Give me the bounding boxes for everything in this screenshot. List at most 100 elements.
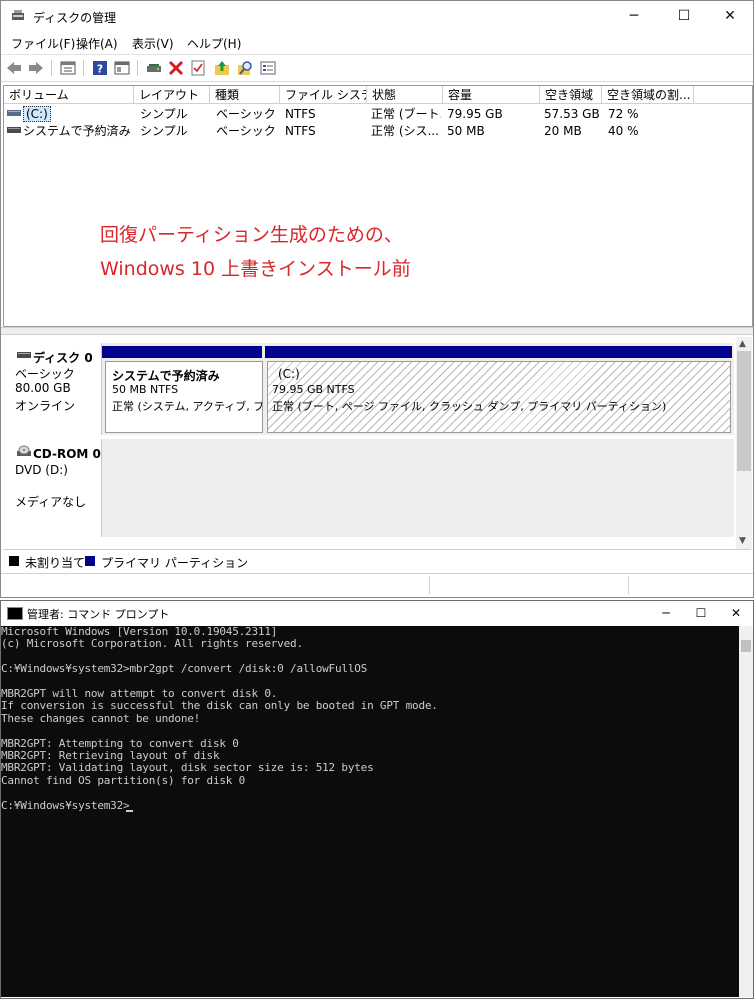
console-line: Microsoft Windows [Version 10.0.19045.23… (1, 626, 278, 638)
filesystem-cell: NTFS (285, 124, 316, 138)
menu-bar: ファイル(F) 操作(A) 表示(V) ヘルプ(H) (1, 32, 753, 52)
status-bar (1, 573, 753, 598)
delete-icon[interactable] (167, 59, 185, 77)
menu-file[interactable]: ファイル(F) (11, 35, 75, 52)
back-arrow-icon[interactable] (5, 59, 23, 77)
disk-kind: ベーシック (15, 367, 75, 381)
cdrom-0-label[interactable]: CD-ROM 0 DVD (D:) メディアなし (5, 439, 102, 537)
text-cursor (126, 809, 133, 812)
column-header-layout[interactable]: レイアウト (134, 86, 210, 104)
disk-0-label[interactable]: ディスク 0 ベーシック 80.00 GB オンライン (5, 343, 102, 435)
legend-primary-partition: プライマリ パーティション (101, 556, 249, 570)
toolbar-separator (83, 60, 84, 76)
menu-help[interactable]: ヘルプ(H) (187, 35, 241, 52)
disk-graphical-view: ディスク 0 ベーシック 80.00 GB オンライン システムで予約済み 50… (3, 337, 735, 547)
disk-management-icon (12, 10, 24, 20)
partition-size: 50 MB NTFS (112, 383, 179, 396)
search-folder-icon[interactable] (236, 59, 254, 77)
primary-partition-swatch (85, 556, 95, 566)
capacity-cell: 50 MB (447, 124, 485, 138)
type-cell: ベーシック (216, 124, 276, 138)
cdrom-name: CD-ROM 0 (33, 447, 101, 461)
window-title: ディスクの管理 (33, 11, 117, 25)
toolbar-separator (137, 60, 138, 76)
console-line: C:¥Windows¥system32>mbr2gpt /convert /di… (1, 662, 368, 676)
scroll-down-arrow-icon[interactable]: ▼ (739, 536, 746, 546)
console-output[interactable]: Microsoft Windows [Version 10.0.19045.23… (1, 626, 739, 997)
maximize-button[interactable]: ☐ (661, 1, 707, 31)
partition-size: 79.95 GB NTFS (272, 383, 355, 396)
pane-splitter[interactable] (1, 327, 753, 335)
volume-name: システムで予約済み (23, 124, 131, 138)
connect-drive-icon[interactable] (145, 59, 163, 77)
help-icon[interactable]: ? (91, 59, 109, 77)
console-line: MBR2GPT will now attempt to convert disk… (1, 687, 278, 700)
column-header-type[interactable]: 種類 (210, 86, 280, 104)
checklist-icon[interactable] (189, 59, 207, 77)
cmd-window-title: 管理者: コマンド プロンプト (27, 608, 170, 621)
column-header-status[interactable]: 状態 (367, 86, 443, 104)
scroll-thumb[interactable] (737, 351, 751, 471)
menu-action[interactable]: 操作(A) (76, 35, 118, 52)
console-line: These changes cannot be undone! (1, 711, 201, 725)
cmd-scroll-thumb[interactable] (741, 640, 751, 652)
annotation-line-1: 回復パーティション生成のための、 (100, 224, 403, 246)
type-cell: ベーシック (216, 107, 276, 121)
up-folder-icon[interactable] (213, 59, 231, 77)
console-line: C:¥Windows¥system32> (1, 798, 130, 812)
layout-cell: シンプル (140, 107, 188, 121)
status-pane (628, 576, 629, 594)
annotation-line-2: Windows 10 上書きインストール前 (100, 258, 411, 280)
properties-icon[interactable] (59, 59, 77, 77)
volume-drive-icon (7, 127, 21, 133)
layout-cell: シンプル (140, 124, 188, 138)
cmd-scrollbar[interactable] (739, 626, 753, 997)
disk-0-partitions: システムで予約済み 50 MB NTFS 正常 (システム, アクティブ, プラ… (102, 343, 734, 435)
cdrom-0-area (102, 439, 734, 537)
close-button[interactable]: ✕ (707, 1, 753, 31)
disk-name: ディスク 0 (33, 351, 93, 365)
free-percent-cell: 72 % (608, 107, 639, 121)
column-header-volume[interactable]: ボリューム (4, 86, 134, 104)
svg-text:?: ? (97, 63, 103, 76)
forward-arrow-icon[interactable] (27, 59, 45, 77)
disk-management-window: ディスクの管理 ─ ☐ ✕ ファイル(F) 操作(A) 表示(V) ヘルプ(H)… (0, 0, 754, 598)
partition-bar (265, 346, 732, 358)
cmd-minimize-button[interactable]: ─ (646, 601, 686, 625)
title-bar[interactable]: ディスクの管理 ─ ☐ ✕ (1, 1, 753, 31)
cmd-maximize-button[interactable]: ☐ (681, 601, 721, 625)
column-header-free-percent[interactable]: 空き領域の割... (602, 86, 694, 104)
unallocated-swatch (9, 556, 19, 566)
cmd-close-button[interactable]: ✕ (716, 601, 754, 625)
menu-view[interactable]: 表示(V) (132, 35, 174, 52)
toolbar: ? (1, 54, 753, 82)
console-line: MBR2GPT: Retrieving layout of disk (1, 749, 220, 762)
cmd-title-bar[interactable]: 管理者: コマンド プロンプト ─ ☐ ✕ (1, 601, 753, 625)
volume-drive-icon (7, 110, 21, 116)
settings-list-icon[interactable] (259, 59, 277, 77)
disk-size: 80.00 GB (15, 381, 71, 395)
partition-name: システムで予約済み (112, 369, 220, 383)
partition-system-reserved[interactable]: システムで予約済み 50 MB NTFS 正常 (システム, アクティブ, プラ… (105, 361, 263, 433)
column-header-filesystem[interactable]: ファイル システム (280, 86, 367, 104)
legend-unallocated: 未割り当て (25, 556, 86, 570)
console-line: If conversion is successful the disk can… (1, 699, 438, 713)
free-percent-cell: 40 % (608, 124, 639, 138)
legend-bar: 未割り当て プライマリ パーティション (3, 549, 751, 572)
column-header-capacity[interactable]: 容量 (443, 86, 540, 104)
console-line: Cannot find OS partition(s) for disk 0 (1, 773, 246, 787)
column-header-blank (694, 86, 752, 104)
partition-c-drive[interactable]: (C:) 79.95 GB NTFS 正常 (ブート, ページ ファイル, クラ… (267, 361, 731, 433)
show-hide-pane-icon[interactable] (113, 59, 131, 77)
partition-status: 正常 (システム, アクティブ, プライ (112, 400, 262, 413)
command-prompt-window: 管理者: コマンド プロンプト ─ ☐ ✕ Microsoft Windows … (0, 600, 754, 999)
scroll-up-arrow-icon[interactable]: ▲ (739, 339, 746, 349)
console-icon (7, 607, 23, 620)
free-space-cell: 57.53 GB (544, 107, 600, 121)
column-header-free-space[interactable]: 空き領域 (540, 86, 602, 104)
minimize-button[interactable]: ─ (611, 1, 657, 31)
graphical-view-scrollbar[interactable]: ▲ ▼ (736, 337, 752, 549)
disk-state: オンライン (15, 399, 76, 413)
volume-name: (C:) (23, 106, 51, 122)
cd-drive-icon (17, 445, 31, 456)
